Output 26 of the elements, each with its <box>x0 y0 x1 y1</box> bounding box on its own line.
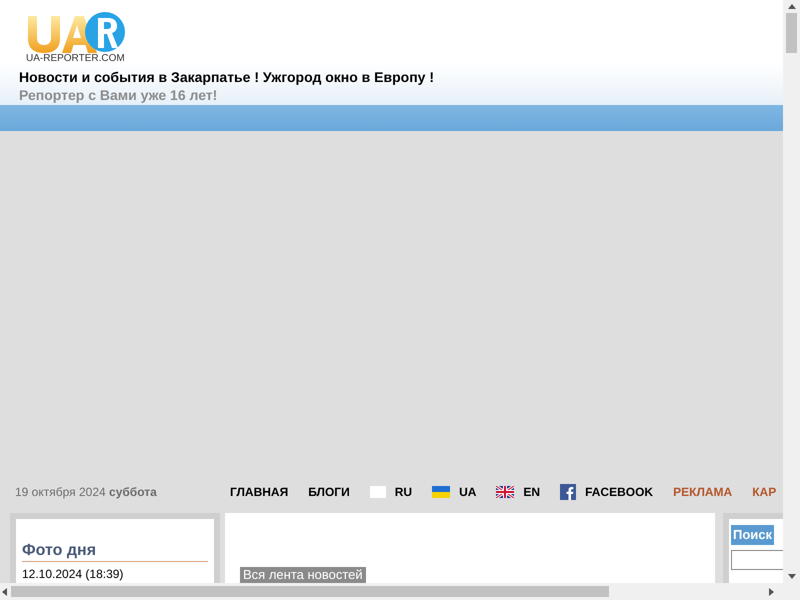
scroll-right-icon[interactable] <box>769 588 774 596</box>
logo-icon <box>26 10 126 56</box>
nav-link[interactable]: ГЛАВНАЯ <box>230 483 288 501</box>
nav-link[interactable]: РЕКЛАМА <box>673 483 732 501</box>
facebook-icon <box>560 484 576 500</box>
site-subtitle: Репортер с Вами уже 16 лет! <box>19 86 218 104</box>
scroll-thumb[interactable] <box>786 13 797 53</box>
scroll-thumb[interactable] <box>11 586 609 597</box>
scroll-up-icon[interactable] <box>788 4 796 9</box>
search-field[interactable] <box>731 550 783 570</box>
search-heading: Поиск <box>731 525 774 545</box>
panel-heading: Фото дня <box>22 541 208 562</box>
site-title: Новости и события в Закарпатье ! Ужгород окно в Европу ! <box>19 68 436 86</box>
nav-link[interactable]: EN <box>523 483 540 501</box>
photo-date: 12.10.2024 (18:39) <box>22 566 124 583</box>
nav-link[interactable]: RU <box>394 483 412 501</box>
scroll-down-icon[interactable] <box>788 574 796 579</box>
horizontal-scrollbar[interactable] <box>0 583 800 600</box>
nav-link[interactable]: КАР <box>752 483 776 501</box>
nav-link[interactable]: FACEBOOK <box>585 483 654 501</box>
scroll-left-icon[interactable] <box>2 588 7 596</box>
current-date: 19 октября 2024 суббота <box>15 484 158 501</box>
logo-text: UA-REPORTER.COM <box>26 54 125 64</box>
vertical-scrollbar[interactable] <box>783 0 800 583</box>
nav-link[interactable]: БЛОГИ <box>308 483 350 501</box>
nav-link[interactable]: UA <box>459 483 476 501</box>
